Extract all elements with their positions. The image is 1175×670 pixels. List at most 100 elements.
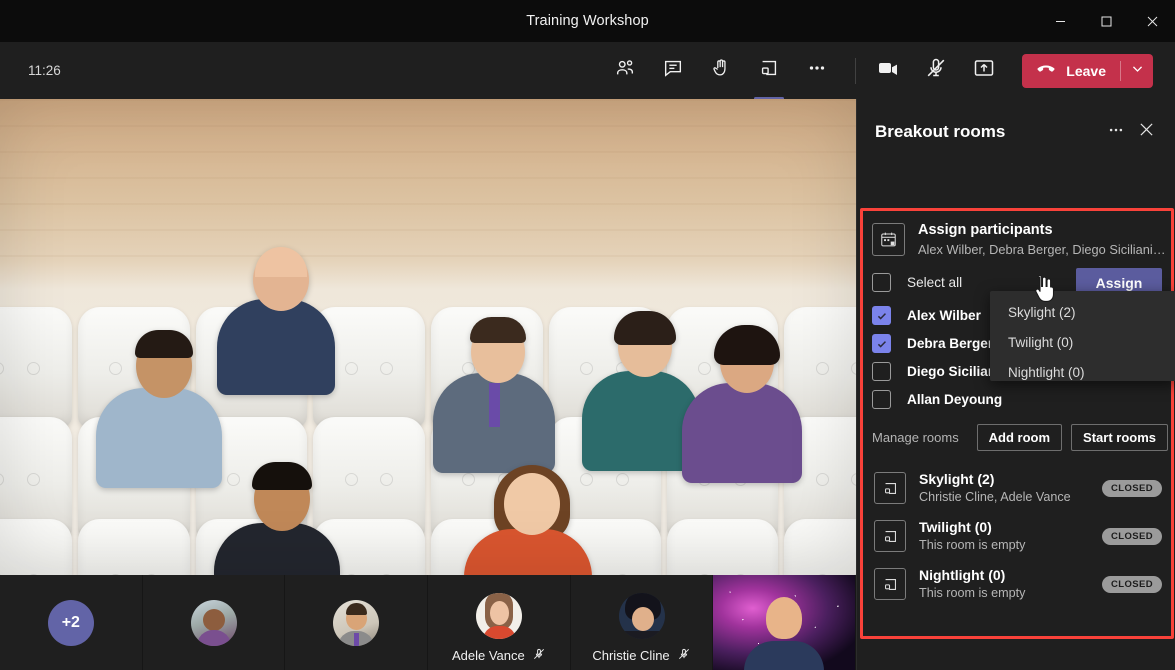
avatar [475,592,522,639]
maximize-button[interactable] [1083,0,1129,42]
avatar [190,599,237,646]
camera-icon [876,56,900,85]
assign-participants-title: Assign participants [918,222,1053,238]
teams-meeting-window: Training Workshop 11:26 Leave +2 Adele V… [0,0,1175,670]
panel-header: Breakout rooms [857,99,1175,165]
room-members: Christie Cline, Adele Vance [919,489,1071,504]
room-text: Nightlight (0) This room is empty [919,566,1102,601]
room-row-skylight[interactable]: Skylight (2) Christie Cline, Adele Vance… [872,464,1168,512]
rooms-list: Skylight (2) Christie Cline, Adele Vance… [872,464,1168,608]
start-rooms-button[interactable]: Start rooms [1071,423,1168,451]
leave-button[interactable]: Leave [1022,53,1153,88]
filmstrip-tile-label-group: Adele Vance [428,647,570,664]
microphone-button[interactable] [912,48,960,94]
leave-main-action[interactable]: Leave [1022,54,1120,88]
window-title: Training Workshop [526,13,649,29]
filmstrip-tile[interactable] [285,575,429,670]
avatar [333,599,380,646]
room-text: Skylight (2) Christie Cline, Adele Vance [919,470,1102,505]
room-icon [874,568,906,600]
status-badge: CLOSED [1102,527,1162,545]
together-mode-background [0,99,856,575]
hang-up-icon [1035,58,1057,83]
minimize-button[interactable] [1037,0,1083,42]
raise-hand-icon [710,57,732,84]
window-controls [1037,0,1175,42]
dropdown-option-nightlight[interactable]: Nightlight (0) [990,357,1175,387]
filmstrip-video-tile[interactable] [713,575,857,670]
ellipsis-icon [1107,121,1125,144]
people-icon [614,57,636,84]
participant-name: Adele Vance [451,648,525,663]
room-row-twilight[interactable]: Twilight (0) This room is empty CLOSED [872,512,1168,560]
participant-name: Debra Berger [907,336,994,352]
room-text: Twilight (0) This room is empty [919,518,1102,553]
filmstrip-tile[interactable] [143,575,286,670]
mic-muted-icon [677,647,691,664]
room-members: This room is empty [919,585,1026,600]
room-icon [874,520,906,552]
mic-muted-icon [532,647,546,664]
participant-checkbox[interactable] [872,390,891,410]
mouse-cursor [1032,274,1055,305]
leave-label: Leave [1066,62,1106,79]
share-screen-icon [972,56,996,85]
toolbar-center-controls [601,42,870,99]
room-name: Skylight (2) [919,471,995,488]
close-button[interactable] [1129,0,1175,42]
assign-participants-icon [872,222,905,256]
dropdown-option-skylight[interactable]: Skylight (2) [990,297,1175,327]
show-participants-button[interactable] [601,48,649,94]
status-badge: CLOSED [1102,575,1162,593]
ellipsis-icon [806,57,828,84]
room-members: This room is empty [919,537,1026,552]
chat-icon [662,57,684,84]
toolbar-divider [855,57,856,84]
add-room-button[interactable]: Add room [976,423,1063,451]
close-icon [1139,122,1154,142]
status-badge: CLOSED [1102,479,1162,497]
filmstrip-tile-christie-cline[interactable]: Christie Cline [571,575,714,670]
assign-room-dropdown[interactable]: Skylight (2) Twilight (0) Nightlight (0) [990,291,1175,381]
select-all-checkbox[interactable] [872,273,891,293]
breakout-rooms-icon [758,57,780,84]
meeting-toolbar: 11:26 Leave [0,42,1175,99]
title-bar: Training Workshop [0,0,1175,42]
meeting-stage[interactable] [0,99,856,575]
breakout-rooms-button[interactable] [745,48,793,94]
participant-checkbox[interactable] [872,334,891,354]
participant-checkbox[interactable] [872,362,891,382]
avatar [618,592,665,639]
filmstrip-tile-adele-vance[interactable]: Adele Vance [428,575,571,670]
participant-filmstrip: +2 Adele Vance Christie Cline [0,575,857,670]
meeting-clock: 11:26 [28,63,61,78]
more-actions-button[interactable] [793,48,841,94]
dropdown-option-twilight[interactable]: Twilight (0) [990,327,1175,357]
camera-button[interactable] [864,48,912,94]
select-all-label: Select all [907,275,963,291]
manage-rooms-row: Manage rooms Add room Start rooms [872,421,1168,453]
manage-rooms-label: Manage rooms [872,429,959,445]
breakout-rooms-panel: Breakout rooms Assign participants Alex … [856,99,1175,670]
room-row-nightlight[interactable]: Nightlight (0) This room is empty CLOSED [872,560,1168,608]
participant-name: Allan Deyoung [907,392,1003,408]
mic-muted-icon [924,56,948,85]
panel-more-options-button[interactable] [1101,117,1131,147]
leave-options-caret[interactable] [1121,54,1153,88]
participant-name: Diego Siciliani [907,364,1000,380]
stage-vignette [0,99,856,575]
assign-participants-header[interactable]: Assign participants Alex Wilber, Debra B… [866,217,1168,258]
participant-row[interactable]: Allan Deyoung [866,386,1168,414]
participant-name: Christie Cline [592,648,670,663]
room-name: Nightlight (0) [919,567,1006,584]
panel-close-button[interactable] [1131,117,1161,147]
share-screen-button[interactable] [960,48,1008,94]
panel-title: Breakout rooms [875,122,1006,141]
overflow-count-badge: +2 [47,599,94,646]
raise-hand-button[interactable] [697,48,745,94]
participant-checkbox[interactable] [872,306,891,326]
room-icon [874,472,906,504]
show-conversation-button[interactable] [649,48,697,94]
filmstrip-overflow-tile[interactable]: +2 [0,575,143,670]
participant-name: Alex Wilber [907,308,981,324]
